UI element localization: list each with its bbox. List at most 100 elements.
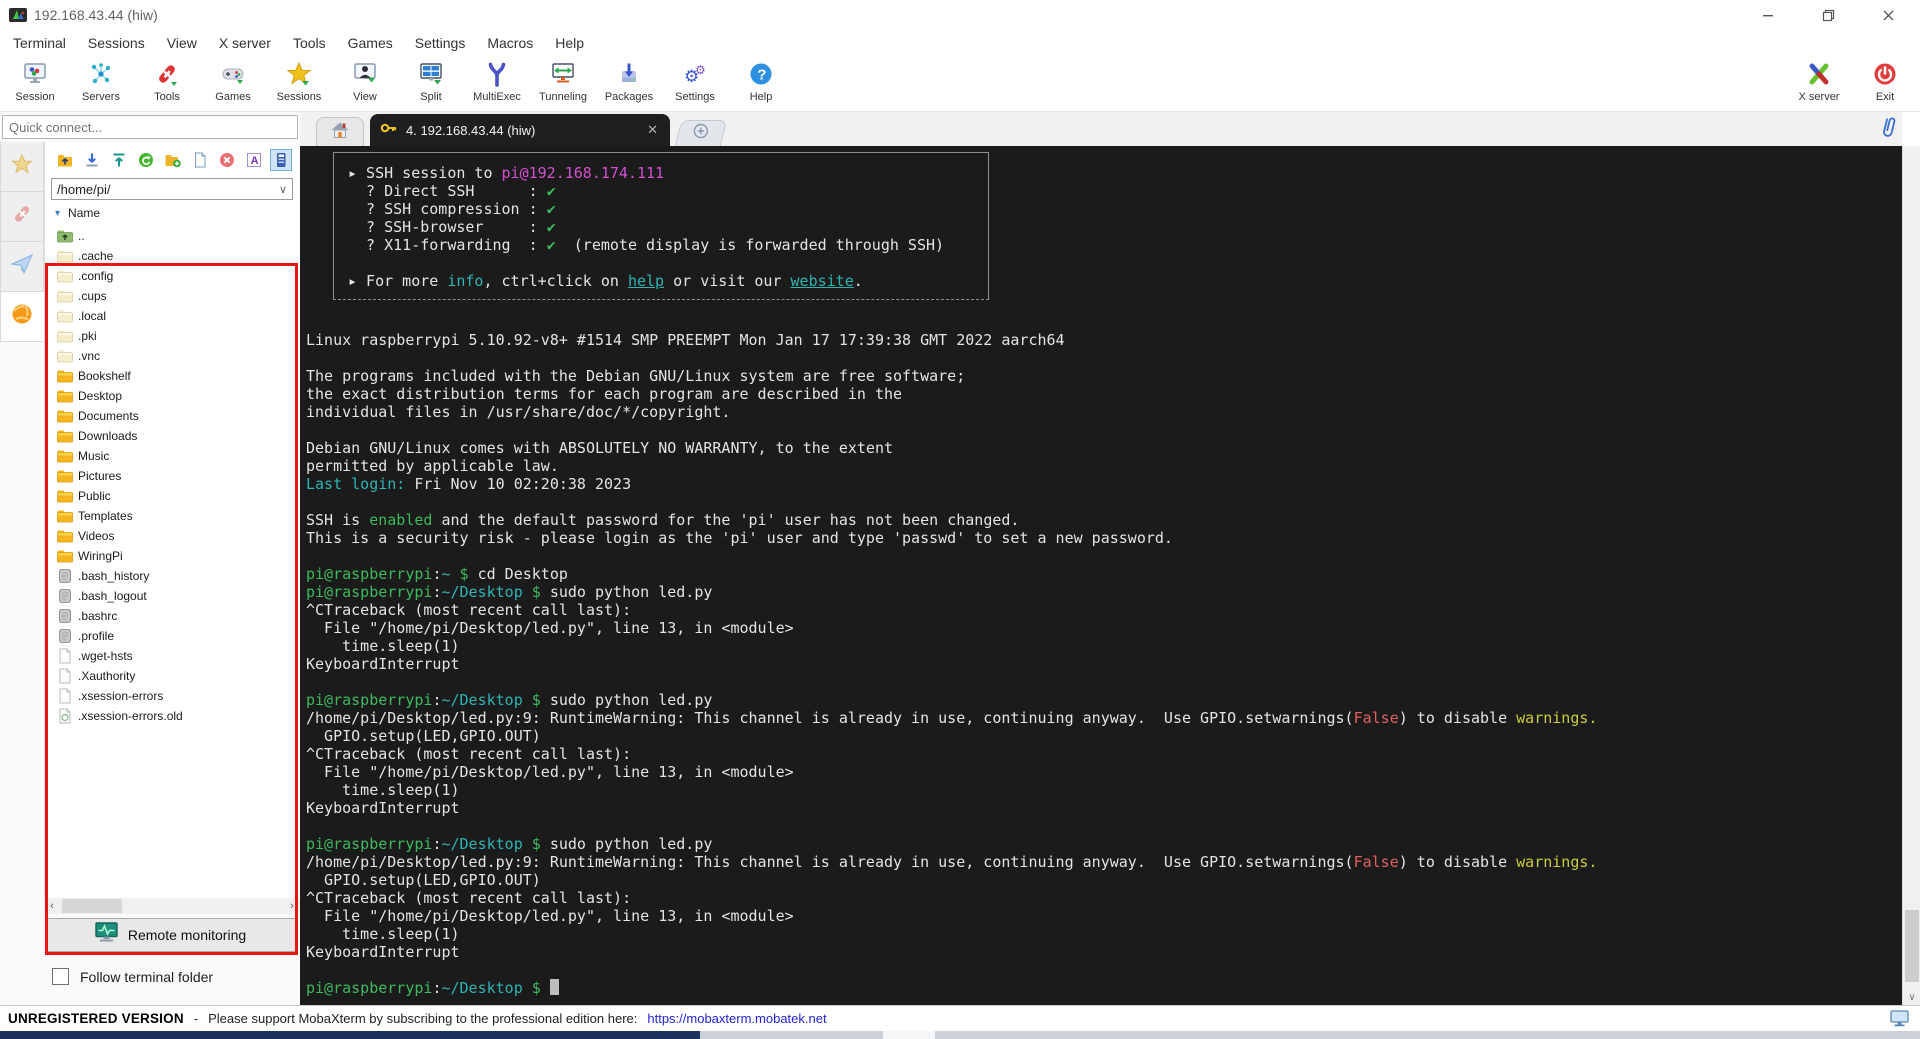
file-row[interactable]: .config xyxy=(49,266,297,286)
sidebar-tab-plane[interactable] xyxy=(0,242,44,292)
maximize-button[interactable] xyxy=(1805,0,1851,30)
sync-browser-icon[interactable] xyxy=(270,149,292,171)
menu-view[interactable]: View xyxy=(156,30,208,56)
sidebar-tab-knife[interactable] xyxy=(0,192,44,242)
folder-pale-icon xyxy=(57,268,73,284)
file-name: Music xyxy=(78,449,110,463)
path-dropdown[interactable]: /home/pi/ ∨ xyxy=(51,178,293,200)
toolbar-button-tools[interactable]: Tools xyxy=(134,58,200,110)
upload-icon[interactable] xyxy=(109,150,129,170)
file-name: .cache xyxy=(78,249,114,263)
file-row[interactable]: .xsession-errors.old xyxy=(49,706,297,726)
scroll-down-icon[interactable]: ∨ xyxy=(1903,992,1920,1003)
toolbar-button-session[interactable]: Session xyxy=(2,58,68,110)
parent-folder-icon[interactable] xyxy=(55,150,75,170)
toolbar-button-tunneling[interactable]: Tunneling xyxy=(530,58,596,110)
file-row[interactable]: Music xyxy=(49,446,297,466)
toolbar-button-split[interactable]: Split xyxy=(398,58,464,110)
file-row[interactable]: .bash_logout xyxy=(49,586,297,606)
toolbar-button-help[interactable]: ? Help xyxy=(728,58,794,110)
file-row[interactable]: .wget-hsts xyxy=(49,646,297,666)
file-row[interactable]: Documents xyxy=(49,406,297,426)
toolbar-button-x-server[interactable]: X server xyxy=(1786,58,1852,110)
menu-help[interactable]: Help xyxy=(544,30,595,56)
file-row[interactable]: .pki xyxy=(49,326,297,346)
menu-tools[interactable]: Tools xyxy=(282,30,337,56)
mobatek-link[interactable]: https://mobaxterm.mobatek.net xyxy=(647,1011,826,1026)
download-icon[interactable] xyxy=(82,150,102,170)
menu-x-server[interactable]: X server xyxy=(208,30,282,56)
scrollbar-thumb[interactable] xyxy=(62,899,122,913)
file-row[interactable]: Videos xyxy=(49,526,297,546)
menu-games[interactable]: Games xyxy=(337,30,404,56)
toolbar-button-multiexec[interactable]: MultiExec xyxy=(464,58,530,110)
scroll-left-icon[interactable]: ‹ xyxy=(44,900,60,912)
menu-settings[interactable]: Settings xyxy=(404,30,477,56)
file-row[interactable]: .bashrc xyxy=(49,606,297,626)
file-row[interactable]: .bash_history xyxy=(49,566,297,586)
menu-terminal[interactable]: Terminal xyxy=(2,30,77,56)
new-folder-icon[interactable] xyxy=(163,150,183,170)
toolbar-button-view[interactable]: View xyxy=(332,58,398,110)
file-row[interactable]: WiringPi xyxy=(49,546,297,566)
plus-icon xyxy=(692,122,710,145)
bottom-scroll-strip[interactable] xyxy=(0,1031,1920,1039)
file-row[interactable]: .vnc xyxy=(49,346,297,366)
terminal-scrollbar[interactable]: ∨ xyxy=(1902,146,1920,1005)
rename-icon[interactable]: A xyxy=(244,150,264,170)
file-row[interactable]: .Xauthority xyxy=(49,666,297,686)
file-row[interactable]: Bookshelf xyxy=(49,366,297,386)
menu-macros[interactable]: Macros xyxy=(476,30,544,56)
toolbar-button-exit[interactable]: Exit xyxy=(1852,58,1918,110)
file-row[interactable]: .. xyxy=(49,226,297,246)
file-name: .bash_logout xyxy=(78,589,147,603)
paperclip-icon[interactable] xyxy=(1878,114,1898,147)
file-list: .. .cache .config .cups .local .pki .vnc Booksh… xyxy=(49,226,297,726)
folder-pale-icon xyxy=(57,308,73,324)
file-row[interactable]: Public xyxy=(49,486,297,506)
file-row[interactable]: .cups xyxy=(49,286,297,306)
new-tab-button[interactable] xyxy=(674,120,728,146)
new-file-icon[interactable] xyxy=(190,150,210,170)
scroll-right-icon[interactable]: › xyxy=(284,900,300,912)
terminal[interactable]: ▸ SSH session to pi@192.168.174.111 ? Di… xyxy=(300,146,1902,1005)
column-header-name[interactable]: ▾ Name xyxy=(55,206,100,220)
svg-text:?: ? xyxy=(757,67,766,84)
file-row[interactable]: .profile xyxy=(49,626,297,646)
toolbar-button-servers[interactable]: Servers xyxy=(68,58,134,110)
toolbar-button-packages[interactable]: Packages xyxy=(596,58,662,110)
file-row[interactable]: .cache xyxy=(49,246,297,266)
quick-connect-input[interactable] xyxy=(2,115,298,139)
file-row[interactable]: .xsession-errors xyxy=(49,686,297,706)
file-row[interactable]: Desktop xyxy=(49,386,297,406)
tab-close-icon[interactable]: ✕ xyxy=(645,122,660,138)
home-tab[interactable] xyxy=(316,117,364,146)
follow-terminal-checkbox[interactable] xyxy=(52,968,69,985)
remote-monitoring-button[interactable]: Remote monitoring xyxy=(45,918,296,952)
toolbar-button-settings[interactable]: ⚙ ⚙ Settings xyxy=(662,58,728,110)
delete-icon[interactable] xyxy=(217,150,237,170)
close-button[interactable] xyxy=(1865,0,1911,30)
sidebar-tab-globe[interactable] xyxy=(0,292,44,342)
toolbar-button-games[interactable]: Games xyxy=(200,58,266,110)
file-row[interactable]: .local xyxy=(49,306,297,326)
minimize-button[interactable] xyxy=(1745,0,1791,30)
file-row[interactable]: Templates xyxy=(49,506,297,526)
scrollbar-thumb[interactable] xyxy=(1905,910,1919,982)
file-name: .cups xyxy=(78,289,107,303)
menu-sessions[interactable]: Sessions xyxy=(77,30,156,56)
session-icon xyxy=(22,58,48,90)
file-name: .pki xyxy=(78,329,97,343)
toolbar-button-sessions[interactable]: Sessions xyxy=(266,58,332,110)
sidebar: A /home/pi/ ∨ ▾ Name .. .cache .config .cup… xyxy=(0,112,300,1005)
file-row[interactable]: Downloads xyxy=(49,426,297,446)
file-row[interactable]: Pictures xyxy=(49,466,297,486)
active-session-tab[interactable]: 4. 192.168.43.44 (hiw) ✕ xyxy=(370,114,670,146)
scrollbar-thumb[interactable] xyxy=(883,1031,935,1039)
file-name: .profile xyxy=(78,629,115,643)
sidebar-horizontal-scrollbar[interactable]: ‹ › xyxy=(44,898,300,914)
refresh-icon[interactable] xyxy=(136,150,156,170)
sidebar-tab-star[interactable] xyxy=(0,142,44,192)
sidebar-tab-strip xyxy=(0,142,44,342)
mobaxterm-logo-icon xyxy=(8,5,28,25)
